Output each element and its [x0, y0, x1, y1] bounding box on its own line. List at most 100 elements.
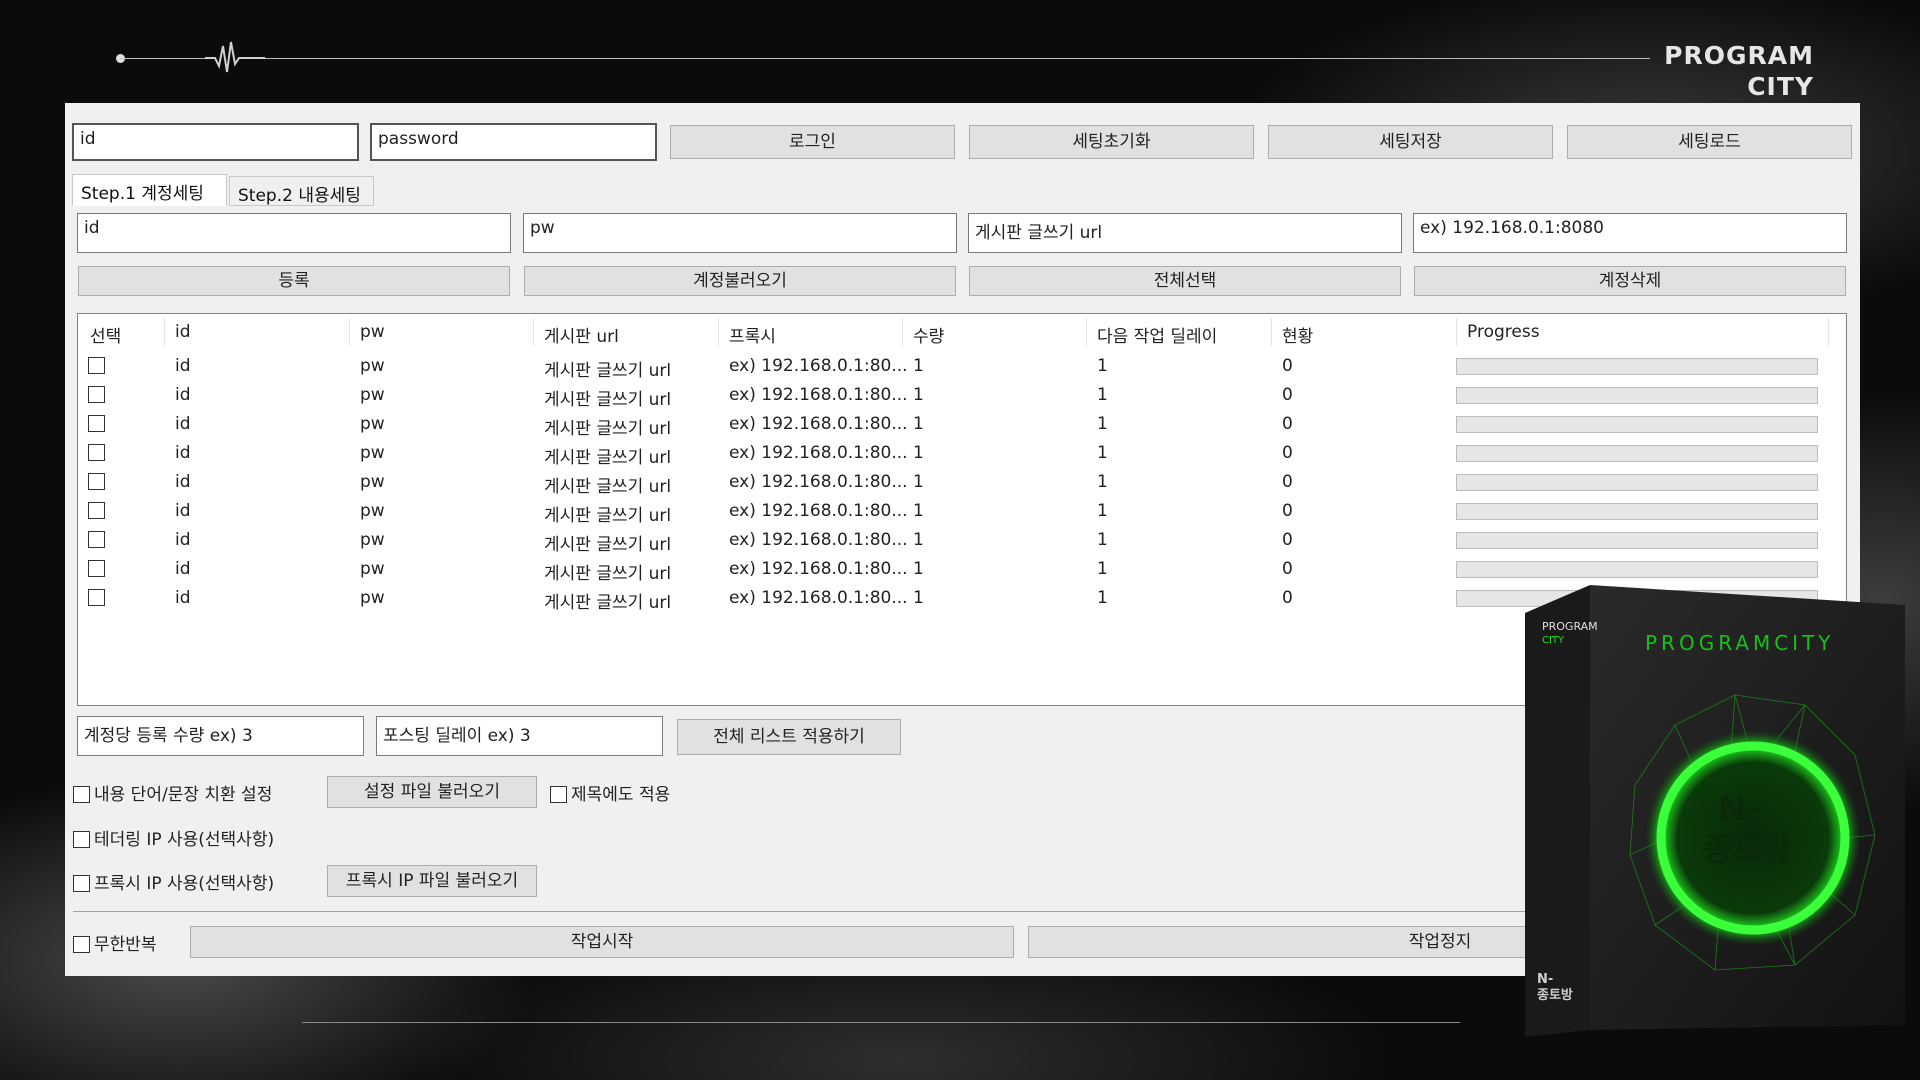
cell-id: id [175, 559, 191, 579]
box-title-1: N- [1718, 789, 1761, 829]
col-id[interactable]: id [175, 322, 191, 342]
board-url-input[interactable]: 게시판 글쓰기 url [968, 213, 1402, 253]
delete-account-button[interactable]: 계정삭제 [1414, 266, 1846, 296]
replace-checkbox[interactable] [73, 786, 90, 803]
cell-pw: pw [360, 472, 385, 492]
table-row[interactable]: id pw 게시판 글쓰기 url ex) 192.168.0.1:80... 1 1 0 [78, 468, 1846, 497]
cell-url: 게시판 글쓰기 url [544, 535, 672, 555]
box-top-label-2: CITY [1542, 635, 1565, 646]
col-status[interactable]: 현황 [1282, 322, 1313, 347]
qty-per-account-input[interactable]: 계정당 등록 수량 ex) 3 [77, 716, 364, 756]
table-row[interactable]: id pw 게시판 글쓰기 url ex) 192.168.0.1:80... 1 1 0 [78, 555, 1846, 584]
cell-delay: 1 [1097, 443, 1108, 463]
cell-qty: 1 [913, 530, 924, 550]
tethering-option[interactable]: 테더링 IP 사용(선택사항) [73, 825, 274, 850]
tab-content-settings[interactable]: Step.2 내용세팅 [229, 176, 374, 206]
cell-url: 게시판 글쓰기 url [544, 361, 672, 381]
load-settings-file-button[interactable]: 설정 파일 불러오기 [327, 776, 537, 808]
account-id-input[interactable]: id [77, 213, 511, 253]
row-checkbox[interactable] [88, 444, 105, 461]
save-settings-button[interactable]: 세팅저장 [1268, 125, 1553, 159]
box-title-2: 종토방 [1703, 830, 1791, 868]
cell-id: id [175, 356, 191, 376]
header-line [120, 58, 1650, 59]
progress-bar [1456, 358, 1818, 375]
proxy-label: 프록시 IP 사용(선택사항) [94, 874, 275, 894]
proxy-checkbox[interactable] [73, 875, 90, 892]
box-spine-label-1: N- [1537, 972, 1553, 987]
cell-status: 0 [1282, 356, 1293, 376]
posting-delay-input[interactable]: 포스팅 딜레이 ex) 3 [376, 716, 663, 756]
cell-qty: 1 [913, 356, 924, 376]
cell-status: 0 [1282, 588, 1293, 608]
col-quantity[interactable]: 수량 [913, 322, 944, 347]
title-apply-option[interactable]: 제목에도 적용 [550, 780, 670, 805]
login-password-input[interactable]: password [370, 123, 657, 161]
cell-qty: 1 [913, 385, 924, 405]
title-apply-checkbox[interactable] [550, 786, 567, 803]
cell-id: id [175, 530, 191, 550]
cell-proxy: ex) 192.168.0.1:80... [729, 559, 908, 579]
cell-delay: 1 [1097, 414, 1108, 434]
load-accounts-button[interactable]: 계정불러오기 [524, 266, 956, 296]
row-checkbox[interactable] [88, 531, 105, 548]
proxy-input[interactable]: ex) 192.168.0.1:8080 [1413, 213, 1847, 253]
progress-bar [1456, 532, 1818, 549]
table-row[interactable]: id pw 게시판 글쓰기 url ex) 192.168.0.1:80... 1 1 0 [78, 410, 1846, 439]
cell-url: 게시판 글쓰기 url [544, 477, 672, 497]
cell-pw: pw [360, 530, 385, 550]
row-checkbox[interactable] [88, 560, 105, 577]
cell-url: 게시판 글쓰기 url [544, 419, 672, 439]
col-board-url[interactable]: 게시판 url [544, 322, 619, 347]
row-checkbox[interactable] [88, 386, 105, 403]
login-id-input[interactable]: id [72, 123, 359, 161]
select-all-button[interactable]: 전체선택 [969, 266, 1401, 296]
apply-all-button[interactable]: 전체 리스트 적용하기 [677, 719, 901, 755]
tethering-checkbox[interactable] [73, 831, 90, 848]
progress-bar [1456, 387, 1818, 404]
table-row[interactable]: id pw 게시판 글쓰기 url ex) 192.168.0.1:80... 1 1 0 [78, 497, 1846, 526]
cell-pw: pw [360, 588, 385, 608]
cell-id: id [175, 385, 191, 405]
table-row[interactable]: id pw 게시판 글쓰기 url ex) 192.168.0.1:80... 1 1 0 [78, 526, 1846, 555]
col-select[interactable]: 선택 [90, 322, 121, 347]
tab-account-settings[interactable]: Step.1 계정세팅 [72, 174, 227, 206]
load-proxy-file-button[interactable]: 프록시 IP 파일 불러오기 [327, 865, 537, 897]
cell-url: 게시판 글쓰기 url [544, 390, 672, 410]
brand-line-2: CITY [1747, 72, 1814, 101]
cell-proxy: ex) 192.168.0.1:80... [729, 472, 908, 492]
cell-delay: 1 [1097, 472, 1108, 492]
row-checkbox[interactable] [88, 357, 105, 374]
register-button[interactable]: 등록 [78, 266, 510, 296]
account-pw-input[interactable]: pw [523, 213, 957, 253]
infinite-loop-checkbox[interactable] [73, 936, 90, 953]
row-checkbox[interactable] [88, 502, 105, 519]
table-row[interactable]: id pw 게시판 글쓰기 url ex) 192.168.0.1:80... 1 1 0 [78, 439, 1846, 468]
progress-bar [1456, 416, 1818, 433]
table-row[interactable]: id pw 게시판 글쓰기 url ex) 192.168.0.1:80... 1 1 0 [78, 381, 1846, 410]
reset-settings-button[interactable]: 세팅초기화 [969, 125, 1254, 159]
infinite-loop-option[interactable]: 무한반복 [73, 930, 157, 955]
replace-label: 내용 단어/문장 치환 설정 [94, 785, 273, 805]
cell-url: 게시판 글쓰기 url [544, 564, 672, 584]
login-button[interactable]: 로그인 [670, 125, 955, 159]
cell-delay: 1 [1097, 385, 1108, 405]
col-pw[interactable]: pw [360, 322, 385, 342]
col-progress[interactable]: Progress [1467, 322, 1540, 342]
cell-id: id [175, 472, 191, 492]
load-settings-button[interactable]: 세팅로드 [1567, 125, 1852, 159]
title-apply-label: 제목에도 적용 [571, 785, 671, 805]
col-proxy[interactable]: 프록시 [729, 322, 776, 347]
cell-pw: pw [360, 501, 385, 521]
proxy-option[interactable]: 프록시 IP 사용(선택사항) [73, 869, 274, 894]
start-button[interactable]: 작업시작 [190, 926, 1014, 958]
row-checkbox[interactable] [88, 589, 105, 606]
row-checkbox[interactable] [88, 473, 105, 490]
table-row[interactable]: id pw 게시판 글쓰기 url ex) 192.168.0.1:80... 1 1 0 [78, 352, 1846, 381]
row-checkbox[interactable] [88, 415, 105, 432]
list-header: 선택 id pw 게시판 url 프록시 수량 다음 작업 딜레이 현황 Pro… [78, 314, 1846, 350]
col-next-delay[interactable]: 다음 작업 딜레이 [1097, 322, 1217, 347]
cell-proxy: ex) 192.168.0.1:80... [729, 443, 908, 463]
cell-id: id [175, 588, 191, 608]
replace-option[interactable]: 내용 단어/문장 치환 설정 [73, 780, 272, 805]
